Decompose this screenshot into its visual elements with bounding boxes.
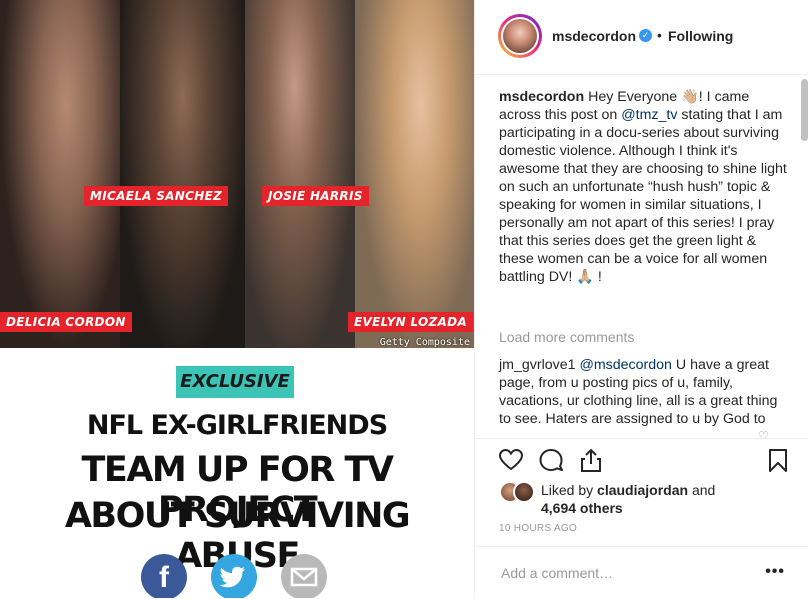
comments-scrollbar[interactable] — [799, 75, 808, 438]
liker-avatar-2[interactable] — [513, 481, 535, 503]
more-options-icon[interactable]: ••• — [765, 563, 785, 581]
email-icon — [281, 554, 327, 598]
comment-like-icon[interactable]: ♡ — [758, 429, 769, 438]
bookmark-icon[interactable] — [765, 447, 791, 473]
comment-username[interactable]: jm_gvrlove1 — [499, 357, 576, 373]
exclusive-badge: EXCLUSIVE — [176, 366, 294, 398]
following-button[interactable]: Following — [668, 28, 733, 44]
photo-panel-2 — [120, 0, 245, 348]
verified-badge-icon: ✓ — [639, 29, 652, 42]
composite-photo: MICAELA SANCHEZ JOSIE HARRIS DELICIA COR… — [0, 0, 474, 348]
post-header: msdecordon ✓ • Following — [475, 0, 808, 75]
caption-mention[interactable]: @tmz_tv — [621, 107, 677, 123]
post-sidebar: msdecordon ✓ • Following msdecordon Hey … — [474, 0, 808, 598]
add-comment-bar: ••• — [475, 546, 808, 599]
header-username[interactable]: msdecordon — [552, 28, 636, 44]
caption: msdecordon Hey Everyone 👋🏼󠀠! I came acro… — [499, 88, 789, 286]
heart-icon[interactable] — [498, 447, 524, 473]
comment: jm_gvrlove1 @msdecordon U have a great p… — [499, 356, 789, 428]
photo-panel-4 — [355, 0, 474, 348]
name-tag-delicia: DELICIA CORDON — [0, 312, 132, 332]
share-icon[interactable] — [578, 447, 604, 473]
post-timestamp[interactable]: 10 HOURS AGO — [499, 523, 577, 534]
comment-icon[interactable] — [538, 447, 564, 473]
facebook-icon: f — [141, 554, 187, 598]
post-image[interactable]: MICAELA SANCHEZ JOSIE HARRIS DELICIA COR… — [0, 0, 474, 598]
name-tag-micaela: MICAELA SANCHEZ — [84, 186, 229, 206]
photo-panel-3 — [245, 0, 355, 348]
caption-text-2: stating that I am participating in a doc… — [499, 107, 787, 285]
comment-mention[interactable]: @msdecordon — [579, 357, 671, 373]
caption-username[interactable]: msdecordon — [499, 89, 584, 105]
likes-user[interactable]: claudiajordan — [597, 482, 688, 498]
separator-dot: • — [657, 27, 662, 43]
add-comment-input[interactable] — [499, 561, 743, 585]
action-bar — [475, 438, 808, 479]
photo-panel-1 — [0, 0, 120, 348]
headline-area: EXCLUSIVE NFL EX-GIRLFRIENDS TEAM UP FOR… — [0, 348, 474, 598]
name-tag-evelyn: EVELYN LOZADA — [348, 312, 473, 332]
load-more-comments[interactable]: Load more comments — [499, 329, 634, 345]
avatar[interactable] — [498, 14, 542, 58]
likes-summary: Liked by claudiajordan and 4,694 others — [541, 481, 791, 517]
comments-area: msdecordon Hey Everyone 👋🏼󠀠! I came acro… — [475, 75, 808, 438]
likes-prefix: Liked by — [541, 482, 598, 498]
twitter-icon — [211, 554, 257, 598]
likes-middle: and — [688, 482, 716, 498]
likes-count[interactable]: 4,694 others — [541, 500, 623, 516]
scrollbar-thumb[interactable] — [801, 79, 808, 141]
name-tag-josie: JOSIE HARRIS — [262, 186, 369, 206]
subheadline: NFL EX-GIRLFRIENDS — [86, 410, 388, 441]
photo-credit: Getty Composite — [379, 337, 470, 348]
